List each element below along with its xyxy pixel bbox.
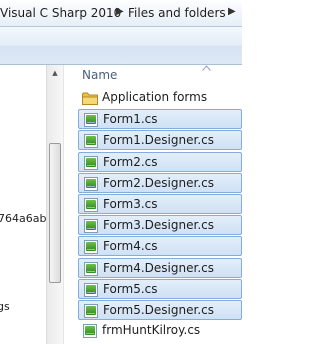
csharp-file-icon	[83, 176, 99, 192]
file-name-label: Form1.cs	[103, 112, 158, 127]
file-name-label: Form2.Designer.cs	[103, 175, 214, 190]
file-name-label: Form2.cs	[103, 154, 158, 169]
csharp-file-icon	[83, 239, 99, 255]
file-row[interactable]: Form3.cs	[78, 194, 242, 214]
folder-row[interactable]: Application forms	[78, 88, 242, 108]
file-list-pane[interactable]: Name Application forms Form1.cs Form1.Desi…	[72, 65, 242, 344]
sort-ascending-icon	[202, 65, 211, 71]
csharp-file-icon	[83, 197, 99, 213]
column-header-label: Name	[82, 68, 118, 82]
breadcrumb-item-files-and-folders[interactable]: Files and folders	[128, 6, 226, 20]
folder-icon	[82, 90, 98, 106]
pane-splitter[interactable]	[63, 65, 72, 344]
csharp-file-icon	[83, 133, 99, 149]
file-row[interactable]: Form4.cs	[78, 236, 242, 257]
column-header-name[interactable]: Name	[72, 65, 242, 85]
file-name-label: Form4.cs	[103, 239, 158, 254]
nav-tree-item-truncated[interactable]: 764a6abf	[0, 212, 46, 225]
file-row[interactable]: Form4.Designer.cs	[78, 257, 242, 278]
file-row[interactable]: Form2.cs	[78, 151, 242, 172]
file-name-label: Form3.Designer.cs	[103, 218, 214, 233]
file-row[interactable]: Form3.Designer.cs	[78, 215, 242, 236]
csharp-file-icon	[83, 155, 99, 171]
file-name-label: frmHuntKilroy.cs	[102, 323, 201, 338]
chevron-right-icon[interactable]: ▶	[228, 6, 236, 17]
file-row[interactable]: Form5.Designer.cs	[78, 300, 242, 320]
file-name-label: Form5.cs	[103, 281, 158, 296]
nav-pane-scrollbar[interactable]: ▲	[46, 65, 63, 344]
file-name-label: Form5.Designer.cs	[103, 303, 214, 317]
breadcrumb-item-visual-c-sharp-2010[interactable]: Visual C Sharp 2010	[0, 6, 121, 20]
file-row[interactable]: frmHuntKilroy.cs	[78, 321, 242, 341]
file-row[interactable]: Form1.cs	[78, 109, 242, 130]
csharp-file-icon	[82, 323, 98, 339]
file-name-label: Form1.Designer.cs	[103, 133, 214, 148]
csharp-file-icon	[83, 282, 99, 298]
csharp-file-icon	[83, 112, 99, 128]
nav-tree-item-truncated[interactable]: gs	[0, 300, 10, 313]
navigation-pane[interactable]: 764a6abf gs	[0, 65, 46, 344]
command-toolbar	[0, 27, 242, 65]
address-bar[interactable]: Visual C Sharp 2010 ▶ Files and folders …	[0, 0, 242, 27]
csharp-file-icon	[83, 261, 99, 277]
file-row[interactable]: Form2.Designer.cs	[78, 172, 242, 193]
file-name-label: Form3.cs	[103, 197, 158, 211]
file-name-label: Application forms	[102, 90, 208, 104]
csharp-file-icon	[83, 303, 99, 319]
scrollbar-thumb[interactable]	[49, 143, 61, 283]
csharp-file-icon	[83, 218, 99, 234]
file-name-label: Form4.Designer.cs	[103, 260, 214, 275]
file-row[interactable]: Form5.cs	[78, 278, 242, 299]
chevron-right-icon[interactable]: ▶	[116, 6, 124, 17]
file-row[interactable]: Form1.Designer.cs	[78, 130, 242, 151]
scroll-up-icon[interactable]: ▲	[49, 67, 61, 79]
